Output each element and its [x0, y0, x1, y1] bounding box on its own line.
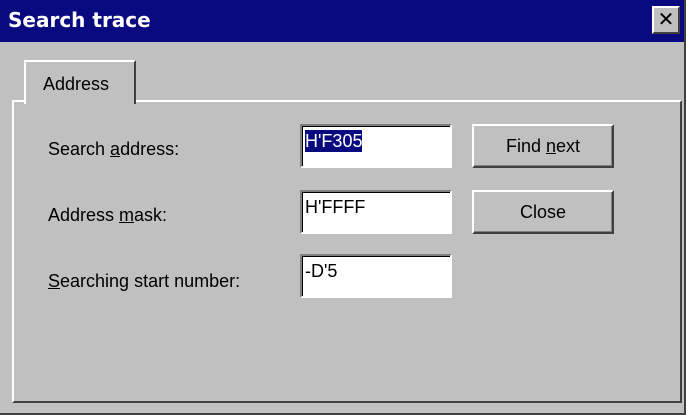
find-next-button[interactable]: Find next — [472, 124, 614, 168]
address-mask-value: H'FFFF — [305, 197, 366, 217]
start-number-input[interactable]: -D'5 — [300, 254, 452, 298]
search-trace-dialog: Search trace ✕ Address Search address: H… — [0, 0, 686, 415]
close-window-button[interactable]: ✕ — [652, 6, 680, 34]
accelerator-a: a — [110, 139, 121, 159]
search-address-value: H'F305 — [305, 130, 363, 152]
window-title: Search trace — [8, 8, 151, 32]
tab-address-label: Address — [43, 74, 110, 94]
address-mask-label: Address mask: — [48, 205, 168, 225]
close-icon: ✕ — [657, 7, 675, 31]
accelerator-s: S — [48, 271, 61, 291]
search-address-label: Search address: — [48, 139, 180, 159]
start-number-value: -D'5 — [305, 261, 338, 281]
address-mask-input[interactable]: H'FFFF — [300, 190, 452, 234]
close-button[interactable]: Close — [472, 190, 614, 234]
title-bar[interactable]: Search trace ✕ — [0, 0, 684, 42]
accelerator-n: n — [546, 136, 557, 156]
start-number-label: Searching start number: — [48, 271, 241, 291]
search-address-input[interactable]: H'F305 — [300, 124, 452, 168]
address-tab-panel: Search address: H'F305 Find next Address… — [12, 100, 682, 403]
tab-address[interactable]: Address — [24, 60, 136, 104]
accelerator-m: m — [119, 205, 135, 225]
